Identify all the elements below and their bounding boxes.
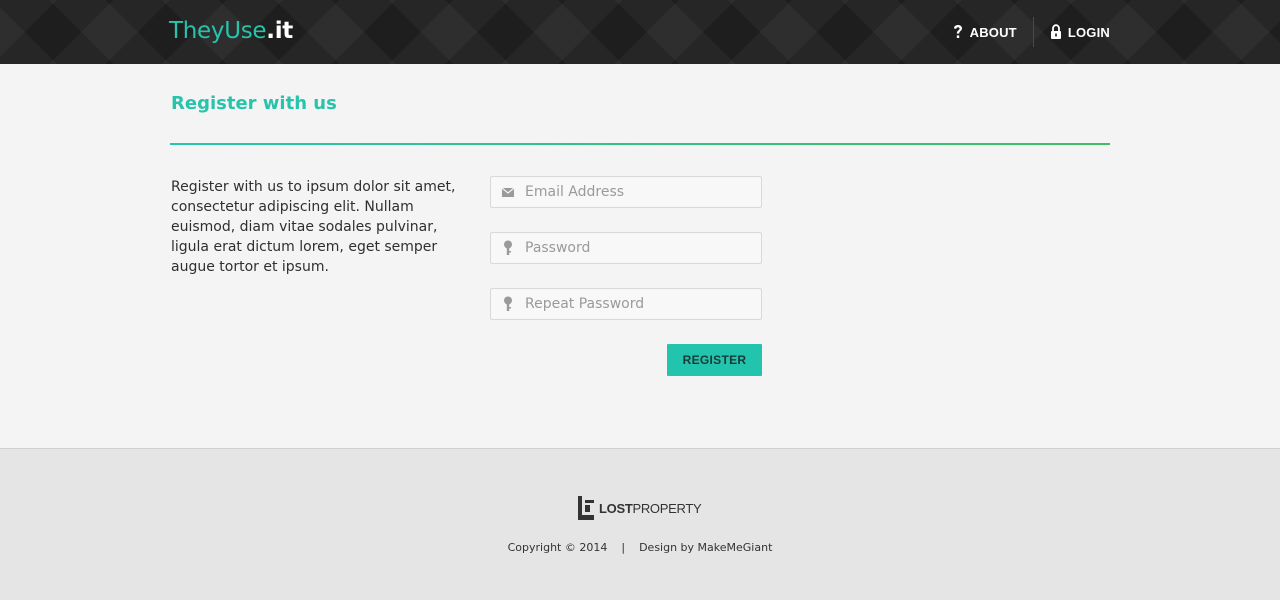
site-logo[interactable]: TheyUse.it (169, 16, 293, 46)
main-nav: ABOUT LOGIN (952, 0, 1110, 64)
register-button[interactable]: REGISTER (667, 344, 762, 376)
question-icon (952, 24, 964, 40)
logo-name: TheyUse (169, 18, 267, 44)
logo-tld: .it (266, 18, 293, 44)
page-title: Register with us (171, 93, 337, 114)
site-header: TheyUse.it ABOUT LOGIN (0, 0, 1280, 64)
key-icon (501, 240, 515, 255)
password-field (490, 232, 762, 264)
email-field (490, 176, 762, 208)
lock-icon (1050, 24, 1062, 40)
title-divider (170, 143, 1110, 145)
brand-light: PROPERTY (632, 500, 702, 516)
design-credit: Design by MakeMeGiant (639, 541, 773, 554)
site-footer: LOST PROPERTY Copyright © 2014 | Design by … (0, 448, 1280, 600)
nav-about-label: ABOUT (969, 24, 1017, 40)
nav-about-link[interactable]: ABOUT (952, 0, 1033, 64)
copyright-text: Copyright © 2014 (507, 541, 608, 554)
lost-property-mark-icon (578, 496, 594, 520)
email-input[interactable] (525, 177, 755, 207)
key-icon (501, 296, 515, 311)
footer-meta: Copyright © 2014 | Design by MakeMeGiant (0, 541, 1280, 554)
nav-login-link[interactable]: LOGIN (1034, 0, 1110, 64)
footer-separator: | (621, 541, 626, 554)
repeat-password-input[interactable] (525, 289, 755, 319)
password-input[interactable] (525, 233, 755, 263)
lost-property-logo[interactable]: LOST PROPERTY (578, 496, 702, 520)
brand-bold: LOST (599, 500, 633, 516)
repeat-password-field (490, 288, 762, 320)
intro-text: Register with us to ipsum dolor sit amet… (171, 179, 456, 275)
envelope-icon (501, 185, 515, 199)
nav-login-label: LOGIN (1067, 24, 1110, 40)
register-form: REGISTER (490, 176, 762, 376)
